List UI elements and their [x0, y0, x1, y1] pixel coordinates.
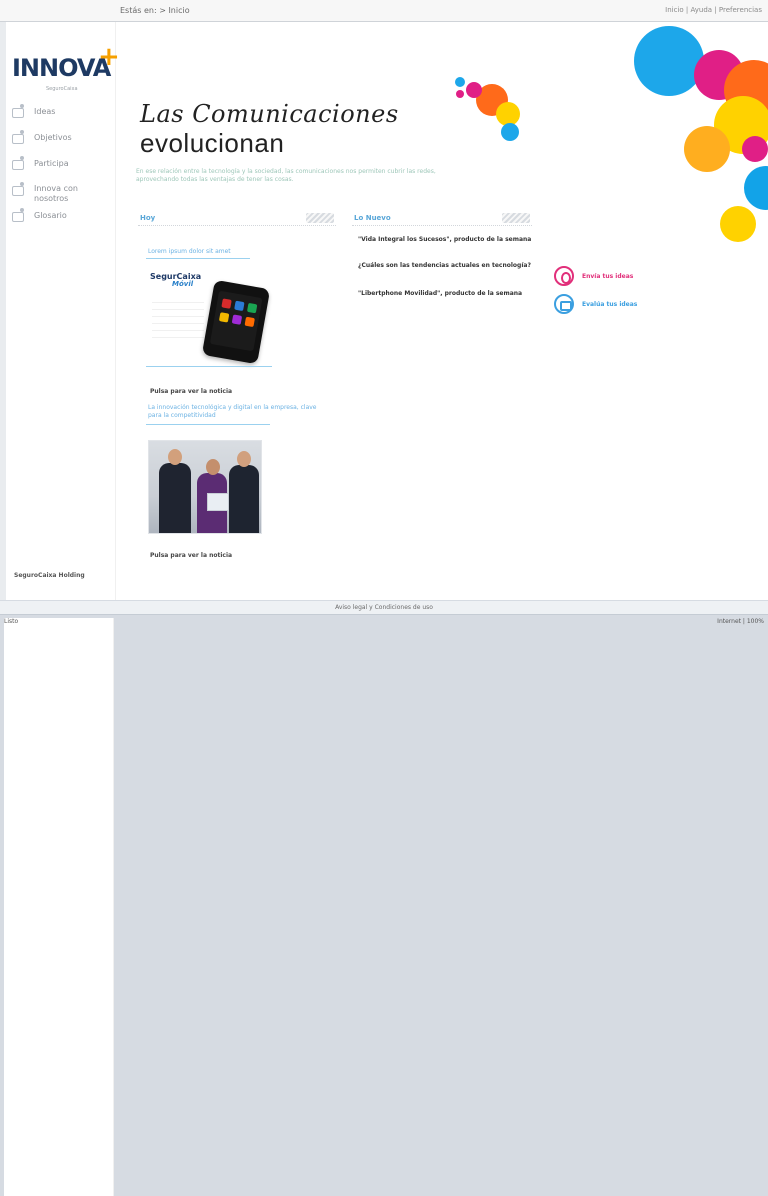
section-stripes: [306, 213, 334, 223]
phone-icon: [201, 279, 271, 365]
section-title-nuevo: Lo Nuevo: [354, 214, 391, 222]
evaluate-ideas-button[interactable]: Evalúa tus ideas: [554, 294, 637, 314]
bubble-yellow: [714, 96, 768, 154]
sidebar-nav: Ideas Objetivos Participa Innova con nos…: [6, 102, 116, 232]
header-dots-icon: [455, 77, 520, 141]
logo-text: INNOVA: [12, 54, 111, 82]
left-sidebar: INNOVA + SeguroCaixa Ideas Objetivos Par…: [6, 22, 120, 600]
person: [159, 449, 191, 533]
phone-brand-subtitle: Móvil: [172, 280, 194, 288]
nuevo-item-1[interactable]: "Vida Integral los Sucesos", producto de…: [358, 236, 538, 244]
sidebar-item-label: Ideas: [34, 107, 56, 116]
section-hoy: Hoy: [138, 212, 336, 226]
section-title-hoy: Hoy: [140, 214, 156, 222]
sidebar-item-label: Participa: [34, 159, 69, 168]
nuevo-item-3[interactable]: "Libertphone Movilidad", producto de la …: [358, 290, 538, 298]
send-ideas-label: Envía tus ideas: [582, 272, 634, 280]
logo-plus: +: [98, 42, 120, 72]
hoy-caption-1[interactable]: Pulsa para ver la noticia: [150, 388, 232, 395]
sidebar-item-glosario[interactable]: Glosario: [6, 206, 116, 232]
bubble-orange: [724, 60, 768, 120]
browser-frame: Estás en: > Inicio Inicio | Ayuda | Pref…: [0, 0, 768, 1196]
phone-promo-image[interactable]: SegurCaixa Móvil: [146, 264, 271, 365]
send-ideas-icon: [554, 266, 574, 286]
sidebar-item-ideas[interactable]: Ideas: [6, 102, 116, 128]
nav-icon: [12, 208, 26, 222]
bubble-yellow-2: [720, 206, 756, 242]
evaluate-ideas-label: Evalúa tus ideas: [582, 300, 638, 308]
bubble-blue-2: [744, 166, 768, 210]
award-icon: [207, 493, 229, 511]
phone-screen: [209, 290, 263, 352]
hoy-link-underline-1: [146, 258, 250, 259]
header-script: Las Comunicaciones: [140, 100, 399, 128]
top-links[interactable]: Inicio | Ayuda | Preferencias: [665, 6, 762, 14]
logo-tagline: SeguroCaixa: [46, 86, 78, 92]
footer-brand-logo[interactable]: SeguroCaixa Holding: [14, 572, 85, 579]
section-nuevo: Lo Nuevo: [352, 212, 532, 226]
nav-icon: [12, 104, 26, 118]
news-photo[interactable]: [148, 440, 262, 534]
bubble-pink: [694, 50, 744, 100]
sidebar-item-label: Innova con nosotros: [34, 184, 78, 203]
nav-icon: [12, 182, 26, 196]
lead-text: En ese relación entre la tecnología y la…: [136, 168, 436, 183]
hoy-link-1[interactable]: Lorem ipsum dolor sit amet: [148, 248, 231, 255]
section-stripes: [502, 213, 530, 223]
hoy-link-underline-2: [146, 424, 270, 425]
hoy-caption-2[interactable]: Pulsa para ver la noticia: [150, 552, 232, 559]
top-bar: Estás en: > Inicio Inicio | Ayuda | Pref…: [0, 0, 768, 22]
page-content: INNOVA + SeguroCaixa Ideas Objetivos Par…: [6, 22, 768, 600]
bubble-orange-2: [684, 126, 730, 172]
footer: Aviso legal y Condiciones de uso: [0, 600, 768, 614]
breadcrumb: Estás en: > Inicio: [120, 6, 190, 15]
evaluate-ideas-icon: [554, 294, 574, 314]
sidebar-item-label: Glosario: [34, 211, 67, 220]
sidebar-item-label: Objetivos: [34, 133, 72, 142]
sidebar-item-innova[interactable]: Innova con nosotros: [6, 180, 116, 206]
phone-card-underline: [146, 366, 272, 367]
header-banner: Las Comunicaciones evolucionan: [130, 72, 520, 158]
person: [229, 451, 259, 533]
nuevo-item-2[interactable]: ¿Cuáles son las tendencias actuales en t…: [358, 262, 538, 270]
innova-logo[interactable]: INNOVA + SeguroCaixa: [12, 42, 120, 94]
sidebar-item-participa[interactable]: Participa: [6, 154, 116, 180]
status-right: Internet | 100%: [717, 618, 764, 625]
phone-bullets: [152, 298, 204, 340]
bubble-pink-2: [742, 136, 768, 162]
hoy-link-2[interactable]: La innovación tecnológica y digital en l…: [148, 404, 318, 420]
header-bold: evolucionan: [140, 128, 285, 158]
footer-text[interactable]: Aviso legal y Condiciones de uso: [0, 604, 768, 611]
status-left: Listo: [4, 618, 114, 1196]
status-bar: Listo Internet | 100%: [0, 614, 768, 1196]
bubble-blue: [634, 26, 704, 96]
nav-icon: [12, 156, 26, 170]
decorative-bubbles: [594, 16, 768, 266]
nav-icon: [12, 130, 26, 144]
sidebar-item-objetivos[interactable]: Objetivos: [6, 128, 116, 154]
send-ideas-button[interactable]: Envía tus ideas: [554, 266, 633, 286]
